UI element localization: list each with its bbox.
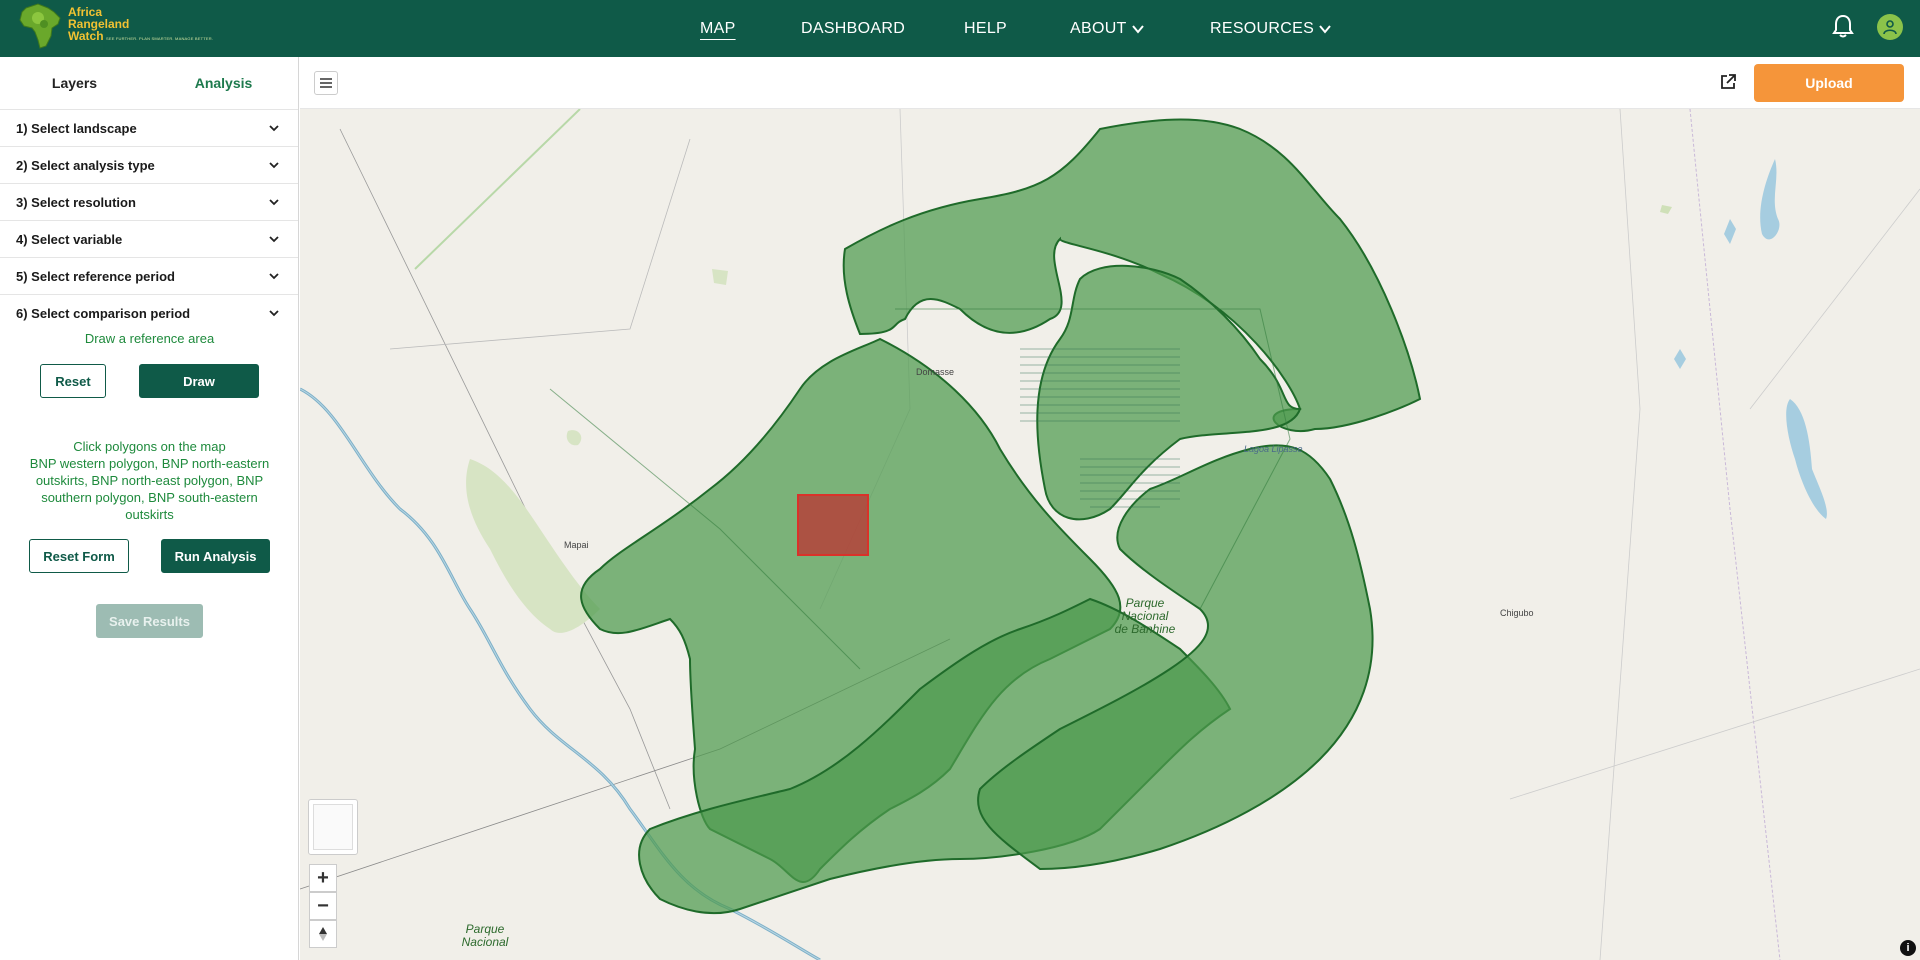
- zoom-in-button[interactable]: +: [309, 864, 337, 892]
- chevron-down-icon: [269, 125, 279, 132]
- notification-bell-icon[interactable]: [1832, 14, 1854, 38]
- place-label-chigubo: Chigubo: [1500, 608, 1534, 618]
- chevron-down-icon: [269, 310, 279, 317]
- chevron-down-icon: [1319, 24, 1331, 34]
- toggle-sidebar-button[interactable]: [314, 71, 338, 95]
- step-select-landscape[interactable]: 1) Select landscape: [0, 109, 298, 146]
- step-label: 2) Select analysis type: [16, 157, 155, 173]
- click-polygons-hint: Click polygons on the map: [73, 439, 226, 454]
- step-label: 5) Select reference period: [16, 268, 175, 284]
- upload-button[interactable]: Upload: [1754, 64, 1904, 102]
- step-select-resolution[interactable]: 3) Select resolution: [0, 183, 298, 220]
- nav-about-label[interactable]: ABOUT: [1070, 20, 1127, 38]
- step-select-reference-period[interactable]: 5) Select reference period: [0, 257, 298, 294]
- chevron-down-icon: [269, 236, 279, 243]
- nav-about-item[interactable]: ABOUT: [1070, 20, 1145, 38]
- place-label-domasse: Domasse: [916, 367, 955, 377]
- logo-tagline: SEE FURTHER. PLAN SMARTER. MANAGE BETTER…: [106, 36, 214, 41]
- park-label-line: de Banhine: [1114, 622, 1176, 636]
- step-label: 4) Select variable: [16, 231, 123, 247]
- analysis-sidebar: Layers Analysis 1) Select landscape 2) S…: [0, 57, 299, 960]
- nav-dashboard-label[interactable]: DASHBOARD: [801, 20, 905, 38]
- nav-resources[interactable]: RESOURCES: [1210, 0, 1332, 57]
- park-label-banhine: Parque Nacional de Banhine: [1100, 597, 1190, 636]
- step-label: 1) Select landscape: [16, 120, 137, 136]
- nav-about[interactable]: ABOUT: [1070, 0, 1145, 57]
- external-link-icon[interactable]: [1718, 72, 1738, 92]
- draw-button[interactable]: Draw: [139, 364, 259, 398]
- tab-analysis[interactable]: Analysis: [149, 57, 298, 109]
- map-view[interactable]: Domasse Mapai Chigubo Lagoa Lipasse Parq…: [300, 109, 1920, 960]
- nav-resources-label[interactable]: RESOURCES: [1210, 20, 1314, 38]
- nav-map[interactable]: MAP: [700, 0, 736, 57]
- top-navigation-bar: Africa Rangeland Watch SEE FURTHER. PLAN…: [0, 0, 1920, 57]
- chevron-down-icon: [269, 199, 279, 206]
- basemap-switcher[interactable]: [308, 799, 358, 855]
- step-label: 3) Select resolution: [16, 194, 136, 210]
- park-label-south: Parque Nacional: [450, 923, 520, 949]
- step-select-variable[interactable]: 4) Select variable: [0, 220, 298, 257]
- africa-rangeland-watch-logo[interactable]: Africa Rangeland Watch SEE FURTHER. PLAN…: [18, 2, 213, 52]
- zoom-out-button[interactable]: −: [309, 892, 337, 920]
- nav-map-label[interactable]: MAP: [700, 20, 736, 38]
- step-select-analysis-type[interactable]: 2) Select analysis type: [0, 146, 298, 183]
- user-avatar-button[interactable]: [1877, 14, 1903, 40]
- analysis-polygons[interactable]: [580, 118, 1422, 915]
- nav-dashboard[interactable]: DASHBOARD: [801, 0, 905, 57]
- reference-area-rectangle[interactable]: [797, 494, 869, 556]
- place-label-mapai: Mapai: [564, 540, 589, 550]
- place-label-lagoa-lipasse: Lagoa Lipasse: [1244, 444, 1303, 454]
- nav-resources-item[interactable]: RESOURCES: [1210, 20, 1332, 38]
- step-label: 6) Select comparison period: [16, 305, 191, 321]
- run-analysis-button[interactable]: Run Analysis: [161, 539, 270, 573]
- tab-layers[interactable]: Layers: [0, 57, 149, 109]
- map-canvas[interactable]: [300, 109, 1920, 960]
- chevron-down-icon: [1131, 24, 1144, 34]
- attribution-info-button[interactable]: i: [1900, 940, 1916, 956]
- sidebar-tabs: Layers Analysis: [0, 57, 298, 109]
- step-select-comparison-period[interactable]: 6) Select comparison period: [0, 294, 298, 331]
- draw-reference-hint: Draw a reference area: [84, 331, 215, 346]
- reset-draw-button[interactable]: Reset: [40, 364, 106, 398]
- map-toolbar: Upload: [300, 57, 1920, 109]
- africa-map-icon: [19, 3, 61, 49]
- hamburger-menu-icon: [320, 78, 332, 88]
- nav-help[interactable]: HELP: [964, 0, 1007, 57]
- reset-form-button[interactable]: Reset Form: [29, 539, 129, 573]
- user-icon: [1883, 20, 1897, 35]
- chevron-down-icon: [269, 273, 279, 280]
- selected-polygons-list: BNP western polygon, BNP north-eastern o…: [29, 456, 270, 522]
- compass-icon: [319, 927, 327, 941]
- reset-north-button[interactable]: [309, 920, 337, 948]
- chevron-down-icon: [269, 162, 279, 169]
- park-label-line: Nacional: [461, 935, 509, 949]
- nav-help-label[interactable]: HELP: [964, 20, 1007, 38]
- save-results-button: Save Results: [96, 604, 203, 638]
- basemap-thumbnail[interactable]: [313, 804, 353, 850]
